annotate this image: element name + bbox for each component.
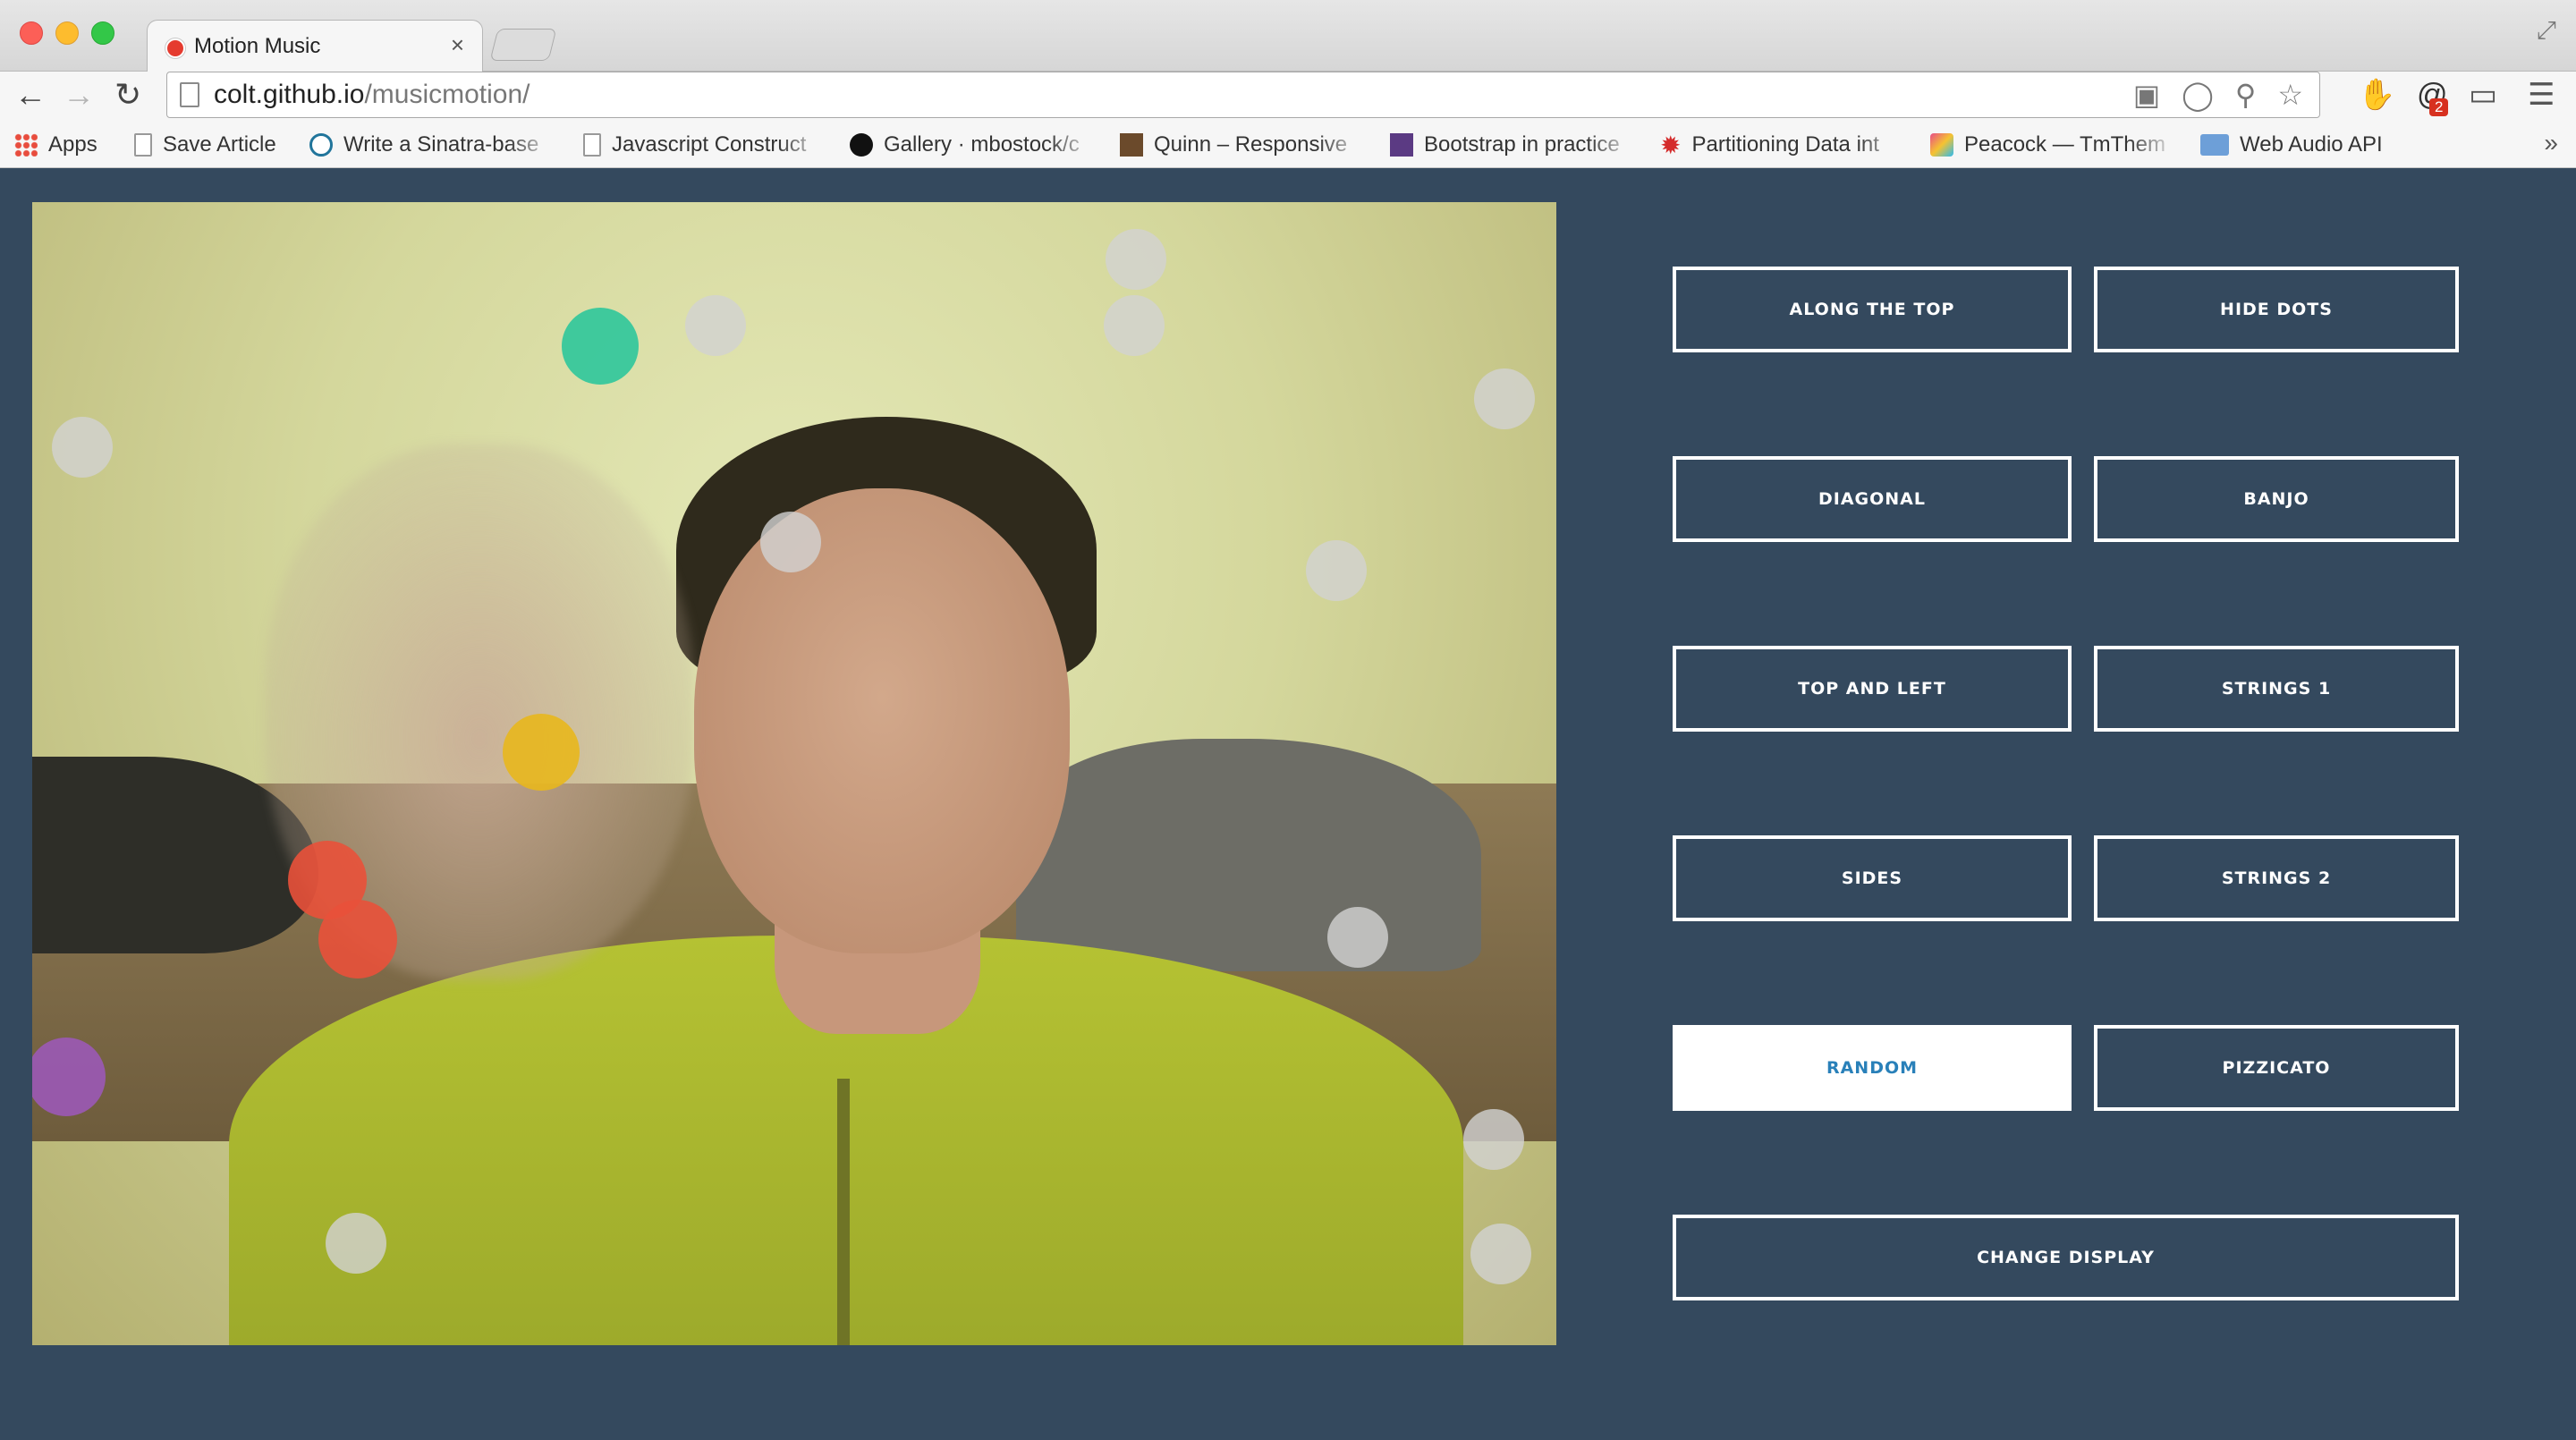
bookmark-bootstrap[interactable]: Bootstrap in practice (1390, 129, 1637, 161)
back-arrow-icon[interactable]: ← (14, 77, 47, 113)
dot-grey (685, 295, 746, 356)
banjo-button[interactable]: BANJO (2094, 456, 2459, 542)
hide-dots-button[interactable]: HIDE DOTS (2094, 267, 2459, 352)
bookmark-web-audio-api[interactable]: Web Audio API (2200, 129, 2415, 161)
diagonal-button[interactable]: DIAGONAL (1673, 456, 2072, 542)
page-icon (180, 82, 199, 107)
more-bookmarks-icon[interactable]: » (2544, 129, 2558, 157)
bookmark-partitioning[interactable]: ✹ Partitioning Data int (1660, 129, 1907, 161)
tab-motion-music[interactable]: Motion Music × (147, 20, 483, 73)
camera-icon[interactable]: ▣ (2133, 78, 2160, 112)
github-icon (850, 133, 873, 157)
star-icon: ✹ (1660, 131, 1682, 159)
browser-tab-strip: Motion Music × ⤢ (0, 0, 2576, 73)
dot-grey (1106, 229, 1166, 290)
sides-button[interactable]: SIDES (1673, 835, 2072, 921)
bookmark-gallery[interactable]: Gallery · mbostock/c (850, 129, 1097, 161)
bookmark-apps[interactable]: Apps (14, 129, 113, 161)
bookmark-sinatra[interactable]: Write a Sinatra-base (309, 129, 556, 161)
forward-arrow-icon[interactable]: → (63, 77, 95, 113)
lightbulb-icon[interactable]: ◯ (2182, 78, 2214, 112)
apps-grid-icon (14, 133, 38, 157)
dot-grey (1470, 1224, 1531, 1284)
fullscreen-icon[interactable]: ⤢ (2537, 16, 2556, 46)
page-icon (134, 133, 152, 157)
change-display-button[interactable]: CHANGE DISPLAY (1673, 1215, 2459, 1300)
dot-grey (760, 512, 821, 572)
tab-title: Motion Music (194, 34, 321, 58)
bookmarks-bar: Apps Save Article Write a Sinatra-base J… (0, 122, 2576, 168)
dot-teal (562, 308, 639, 385)
bookmark-peacock[interactable]: Peacock — TmThem (1930, 129, 2177, 161)
tab-close-icon[interactable]: × (451, 31, 464, 59)
page-icon (583, 133, 601, 157)
dot-grey (1327, 907, 1388, 968)
zoom-window-button[interactable] (91, 21, 114, 45)
peacock-icon (1930, 133, 1953, 157)
bootstrap-icon (1390, 133, 1413, 157)
strings-2-button[interactable]: STRINGS 2 (2094, 835, 2459, 921)
dot-grey (1306, 540, 1367, 601)
extension-badge: 2 (2429, 98, 2449, 116)
new-tab-button[interactable] (489, 29, 557, 61)
top-and-left-button[interactable]: TOP AND LEFT (1673, 646, 2072, 732)
bookmark-javascript[interactable]: Javascript Construct (583, 129, 826, 161)
dot-grey (1104, 295, 1165, 356)
hamburger-menu-icon[interactable]: ☰ (2528, 77, 2555, 113)
bookmark-quinn[interactable]: Quinn – Responsive (1120, 129, 1367, 161)
minimize-window-button[interactable] (55, 21, 79, 45)
close-window-button[interactable] (20, 21, 43, 45)
bookmark-save-article[interactable]: Save Article (134, 129, 295, 161)
dot-red (318, 900, 397, 978)
browser-toolbar: ← → ↻ colt.github.io/musicmotion/ ▣ ◯ ⚲ … (0, 72, 2576, 122)
folder-icon (2200, 134, 2229, 156)
search-icon[interactable]: ⚲ (2235, 78, 2256, 112)
reload-icon[interactable]: ↻ (114, 77, 141, 113)
webcam-video (32, 202, 1556, 1345)
wordpress-icon (309, 133, 333, 157)
quinn-icon (1120, 133, 1143, 157)
bookmark-star-icon[interactable]: ☆ (2277, 78, 2303, 112)
cast-icon[interactable]: ▭ (2469, 77, 2497, 113)
dot-grey (326, 1213, 386, 1274)
page-content: ALONG THE TOP HIDE DOTS DIAGONAL BANJO T… (0, 168, 2576, 1440)
stop-hand-extension-icon[interactable]: ✋ (2358, 77, 2395, 113)
dot-grey (52, 417, 113, 478)
dot-grey (1463, 1109, 1524, 1170)
dot-yellow (503, 714, 580, 791)
address-bar[interactable]: colt.github.io/musicmotion/ ▣ ◯ ⚲ ☆ (166, 72, 2320, 118)
along-the-top-button[interactable]: ALONG THE TOP (1673, 267, 2072, 352)
pizzicato-button[interactable]: PIZZICATO (2094, 1025, 2459, 1111)
url-text[interactable]: colt.github.io/musicmotion/ (214, 80, 530, 110)
strings-1-button[interactable]: STRINGS 1 (2094, 646, 2459, 732)
record-favicon-icon (165, 38, 185, 58)
dot-grey (1474, 368, 1535, 429)
random-button[interactable]: RANDOM (1673, 1025, 2072, 1111)
